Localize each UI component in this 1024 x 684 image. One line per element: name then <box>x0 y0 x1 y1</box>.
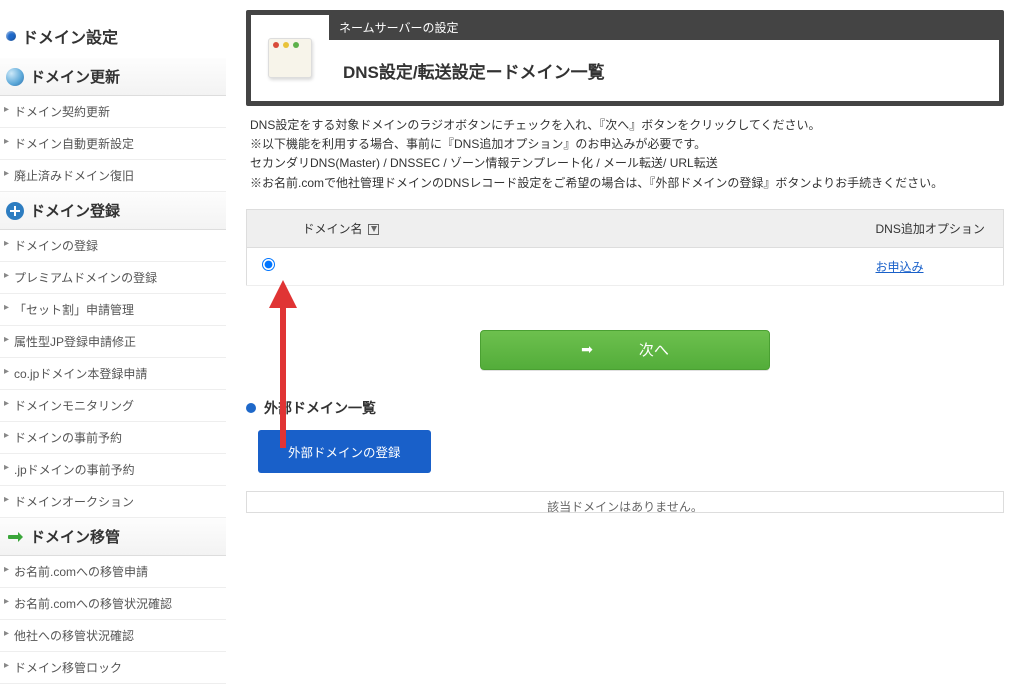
col-domain[interactable]: ドメイン名 <box>291 209 864 247</box>
sidebar-item-cojp-register[interactable]: co.jpドメイン本登録申請 <box>0 358 226 390</box>
col-dns-option: DNS追加オプション <box>864 209 1004 247</box>
sidebar-item-transfer-in[interactable]: お名前.comへの移管申請 <box>0 556 226 588</box>
sidebar-item-transfer-in-status[interactable]: お名前.comへの移管状況確認 <box>0 588 226 620</box>
page-description: DNS設定をする対象ドメインのラジオボタンにチェックを入れ、『次へ』ボタンをクリ… <box>246 116 1004 193</box>
desc-line: ※お名前.comで他社管理ドメインのDNSレコード設定をご希望の場合は、『外部ド… <box>250 174 1000 193</box>
panel-heading: DNS設定/転送設定ードメイン一覧 <box>329 40 999 101</box>
arrows-transfer-icon <box>6 528 24 546</box>
external-heading-text: 外部ドメイン一覧 <box>264 398 376 418</box>
sidebar-item-transfer-out-status[interactable]: 他社への移管状況確認 <box>0 620 226 652</box>
domain-radio[interactable] <box>262 258 275 271</box>
table-row: お申込み <box>247 247 1004 285</box>
section-header-transfer[interactable]: ドメイン移管 <box>0 518 226 556</box>
next-button-label: 次へ <box>639 339 669 360</box>
external-heading: 外部ドメイン一覧 <box>246 398 1004 418</box>
sidebar: ドメイン設定 ドメイン更新 ドメイン契約更新 ドメイン自動更新設定 廃止済みドメ… <box>0 0 226 684</box>
dot-icon <box>246 403 256 413</box>
next-button[interactable]: ➡ 次へ <box>480 330 770 370</box>
section-label: ドメイン更新 <box>30 66 120 87</box>
plus-circle-icon <box>6 202 24 220</box>
desc-line: DNS設定をする対象ドメインのラジオボタンにチェックを入れ、『次へ』ボタンをクリ… <box>250 116 1000 135</box>
sidebar-item-jp-attr-fix[interactable]: 属性型JP登録申請修正 <box>0 326 226 358</box>
sidebar-item-monitoring[interactable]: ドメインモニタリング <box>0 390 226 422</box>
sidebar-item-renew-contract[interactable]: ドメイン契約更新 <box>0 96 226 128</box>
sidebar-section-register: ドメイン登録 ドメインの登録 プレミアムドメインの登録 「セット割」申請管理 属… <box>0 192 226 518</box>
sidebar-item-auto-renew[interactable]: ドメイン自動更新設定 <box>0 128 226 160</box>
sidebar-item-transfer-lock[interactable]: ドメイン移管ロック <box>0 652 226 684</box>
sidebar-item-auction[interactable]: ドメインオークション <box>0 486 226 518</box>
desc-line: ※以下機能を利用する場合、事前に『DNS追加オプション』のお申込みが必要です。 <box>250 135 1000 154</box>
domain-table: ドメイン名 DNS追加オプション お申込み <box>246 209 1004 286</box>
domain-name-cell <box>291 247 864 285</box>
external-empty-box: 該当ドメインはありません。 <box>246 491 1004 513</box>
page-panel: ネームサーバーの設定 DNS設定/転送設定ードメイン一覧 <box>246 10 1004 106</box>
apply-link[interactable]: お申込み <box>876 260 924 274</box>
section-header-register[interactable]: ドメイン登録 <box>0 192 226 230</box>
main-content: ネームサーバーの設定 DNS設定/転送設定ードメイン一覧 DNS設定をする対象ド… <box>226 0 1024 684</box>
sidebar-item-restore[interactable]: 廃止済みドメイン復旧 <box>0 160 226 192</box>
dot-icon <box>6 31 16 41</box>
sidebar-item-premium-register[interactable]: プレミアムドメインの登録 <box>0 262 226 294</box>
globe-icon <box>6 68 24 86</box>
panel-icon <box>251 15 329 101</box>
desc-line: セカンダリDNS(Master) / DNSSEC / ゾーン情報テンプレート化… <box>250 154 1000 173</box>
sidebar-section-update: ドメイン更新 ドメイン契約更新 ドメイン自動更新設定 廃止済みドメイン復旧 <box>0 58 226 192</box>
sidebar-item-register-domain[interactable]: ドメインの登録 <box>0 230 226 262</box>
sidebar-item-setwari[interactable]: 「セット割」申請管理 <box>0 294 226 326</box>
sidebar-title-text: ドメイン設定 <box>22 24 118 48</box>
note-icon <box>268 38 312 78</box>
col-domain-label: ドメイン名 <box>303 222 363 236</box>
register-external-button[interactable]: 外部ドメインの登録 <box>258 430 431 473</box>
col-select <box>247 209 291 247</box>
panel-bar: ネームサーバーの設定 <box>329 15 999 40</box>
arrow-right-icon: ➡ <box>581 341 593 358</box>
section-label: ドメイン移管 <box>30 526 120 547</box>
sidebar-item-jp-prereserve[interactable]: .jpドメインの事前予約 <box>0 454 226 486</box>
sort-desc-icon[interactable] <box>368 224 379 235</box>
sidebar-item-prereserve[interactable]: ドメインの事前予約 <box>0 422 226 454</box>
sidebar-section-transfer: ドメイン移管 お名前.comへの移管申請 お名前.comへの移管状況確認 他社へ… <box>0 518 226 684</box>
section-label: ドメイン登録 <box>30 200 120 221</box>
section-header-update[interactable]: ドメイン更新 <box>0 58 226 96</box>
sidebar-title: ドメイン設定 <box>0 20 226 58</box>
